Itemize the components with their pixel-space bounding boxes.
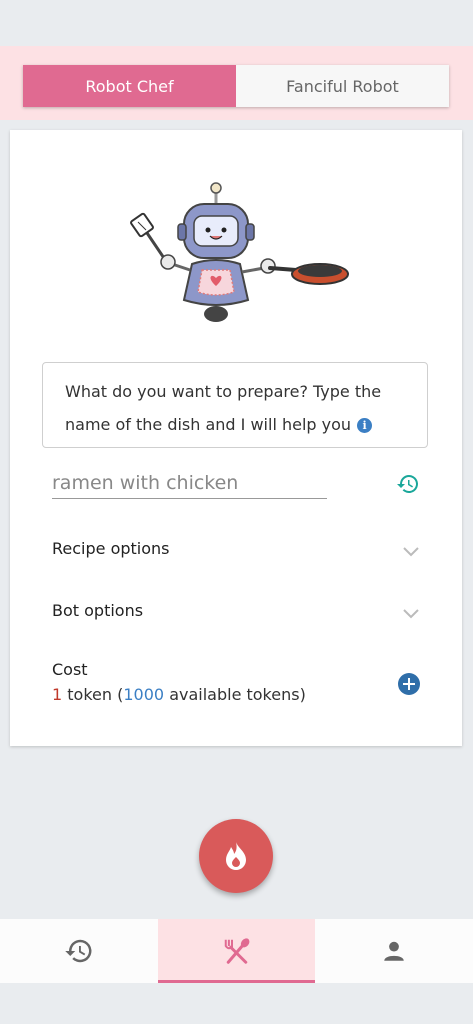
add-tokens-button[interactable] [398,673,420,695]
plus-icon [403,678,415,690]
token-word: token [67,685,113,704]
assistant-prompt: What do you want to prepare? Type the na… [42,362,428,448]
flame-icon [226,842,246,870]
chevron-down-icon[interactable] [402,546,420,558]
token-cost: 1 [52,685,63,704]
bottom-navigation [0,919,473,983]
nav-history[interactable] [0,919,158,983]
available-token-count: 1000 [123,685,165,704]
history-icon[interactable] [396,472,420,496]
bot-options-label[interactable]: Bot options [52,601,143,620]
person-icon [384,941,404,961]
info-icon[interactable]: i [357,418,373,433]
mode-tabs: Robot Chef Fanciful Robot [23,65,449,107]
history-icon [65,939,92,963]
available-tokens-text: available tokens) [169,685,306,704]
nav-profile[interactable] [315,919,473,983]
nav-cook[interactable] [157,919,316,983]
main-card: What do you want to prepare? Type the na… [10,130,462,746]
cost-summary: 1 token (1000 available tokens) [52,685,306,704]
prompt-line-1: What do you want to prepare? Type the [65,382,382,401]
cost-label: Cost [52,660,88,679]
generate-button[interactable] [199,819,273,893]
tab-fanciful-robot[interactable]: Fanciful Robot [236,65,449,107]
chevron-down-icon[interactable] [402,608,420,620]
dish-input[interactable] [52,468,327,499]
info-icon-glyph: i [362,419,367,432]
robot-chef-illustration [130,182,349,322]
recipe-options-label[interactable]: Recipe options [52,539,170,558]
system-bar [0,983,473,1024]
tab-robot-chef[interactable]: Robot Chef [23,65,236,107]
prompt-line-2: name of the dish and I will help you [65,415,352,434]
cutlery-icon [224,938,249,964]
